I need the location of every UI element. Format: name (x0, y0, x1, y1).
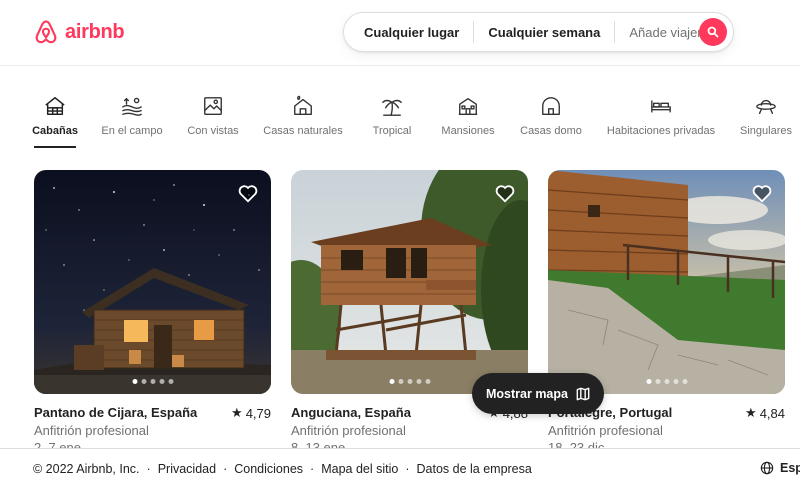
search-where[interactable]: Cualquier lugar (344, 25, 473, 40)
map-icon (576, 387, 590, 400)
active-category-underline (34, 146, 76, 148)
footer-separator: · (146, 462, 151, 476)
listing-photo[interactable] (34, 170, 271, 394)
cabin-icon (43, 94, 67, 118)
listing-host: Anfitrión profesional (34, 423, 149, 438)
copyright: © 2022 Airbnb, Inc. (33, 462, 140, 476)
show-map-label: Mostrar mapa (486, 386, 568, 401)
carousel-dots (132, 379, 173, 384)
listing-card[interactable]: Pantano de Cijara, España ★ 4,79 Anfitrió… (34, 170, 271, 455)
brand-name: airbnb (65, 20, 125, 43)
star-icon: ★ (745, 405, 757, 420)
category-natural-houses[interactable]: Casas naturales (263, 94, 343, 137)
category-label: Casas domo (520, 125, 582, 137)
palm-tree-icon (380, 94, 404, 118)
category-bar: Cabañas En el campo Con vistas Casas nat… (0, 66, 800, 158)
listing-photo[interactable] (548, 170, 785, 394)
footer-link-company-details[interactable]: Datos de la empresa (417, 462, 532, 476)
top-header: airbnb Cualquier lugar Cualquier semana … (0, 0, 800, 66)
listing-rating: ★ 4,79 (231, 405, 271, 421)
language-label: Esp (780, 461, 800, 475)
countryside-icon (120, 94, 144, 118)
footer-links: © 2022 Airbnb, Inc. · Privacidad · Condi… (33, 462, 532, 476)
category-tropical[interactable]: Tropical (373, 94, 411, 137)
globe-icon (760, 461, 774, 475)
listing-rating: ★ 4,84 (745, 405, 785, 421)
views-icon (201, 94, 225, 118)
dome-house-icon (539, 94, 563, 118)
listing-host: Anfitrión profesional (548, 423, 663, 438)
carousel-dots (389, 379, 430, 384)
category-label: Mansiones (441, 125, 495, 137)
footer-link-sitemap[interactable]: Mapa del sitio (321, 462, 398, 476)
footer-link-terms[interactable]: Condiciones (234, 462, 303, 476)
carousel-dots (646, 379, 687, 384)
footer-separator: · (405, 462, 410, 476)
airbnb-logo-icon (35, 20, 57, 44)
footer-separator: · (223, 462, 228, 476)
mansion-icon (456, 94, 480, 118)
listing-host: Anfitrión profesional (291, 423, 406, 438)
footer: © 2022 Airbnb, Inc. · Privacidad · Condi… (0, 448, 800, 485)
heart-icon[interactable] (237, 182, 259, 204)
footer-separator: · (310, 462, 315, 476)
category-label: Tropical (372, 125, 412, 137)
airbnb-logo[interactable]: airbnb (33, 18, 125, 46)
category-dome-houses[interactable]: Casas domo (520, 94, 582, 137)
search-when[interactable]: Cualquier semana (474, 25, 614, 40)
category-countryside[interactable]: En el campo (101, 94, 163, 137)
listing-photo[interactable] (291, 170, 528, 394)
star-icon: ★ (231, 405, 243, 420)
show-map-button[interactable]: Mostrar mapa (472, 373, 604, 414)
footer-link-privacy[interactable]: Privacidad (158, 462, 216, 476)
category-unique[interactable]: Singulares (740, 94, 792, 137)
category-views[interactable]: Con vistas (187, 94, 239, 137)
bed-icon (649, 94, 673, 118)
category-label: Con vistas (187, 125, 239, 137)
natural-house-icon (291, 94, 315, 118)
category-label: En el campo (101, 125, 163, 137)
search-button[interactable] (699, 18, 727, 46)
category-mansions[interactable]: Mansiones (441, 94, 495, 137)
ufo-icon (754, 94, 778, 118)
category-label: Singulares (740, 125, 792, 137)
search-bar[interactable]: Cualquier lugar Cualquier semana Añade v… (343, 12, 734, 52)
language-selector[interactable]: Esp (760, 461, 800, 475)
category-label: Cabañas (32, 125, 78, 137)
category-private-rooms[interactable]: Habitaciones privadas (606, 94, 716, 137)
heart-icon[interactable] (494, 182, 516, 204)
category-cabins[interactable]: Cabañas (32, 94, 78, 148)
category-label: Casas naturales (263, 125, 343, 137)
heart-icon[interactable] (751, 182, 773, 204)
search-icon (707, 26, 719, 38)
category-label: Habitaciones privadas (606, 125, 716, 137)
